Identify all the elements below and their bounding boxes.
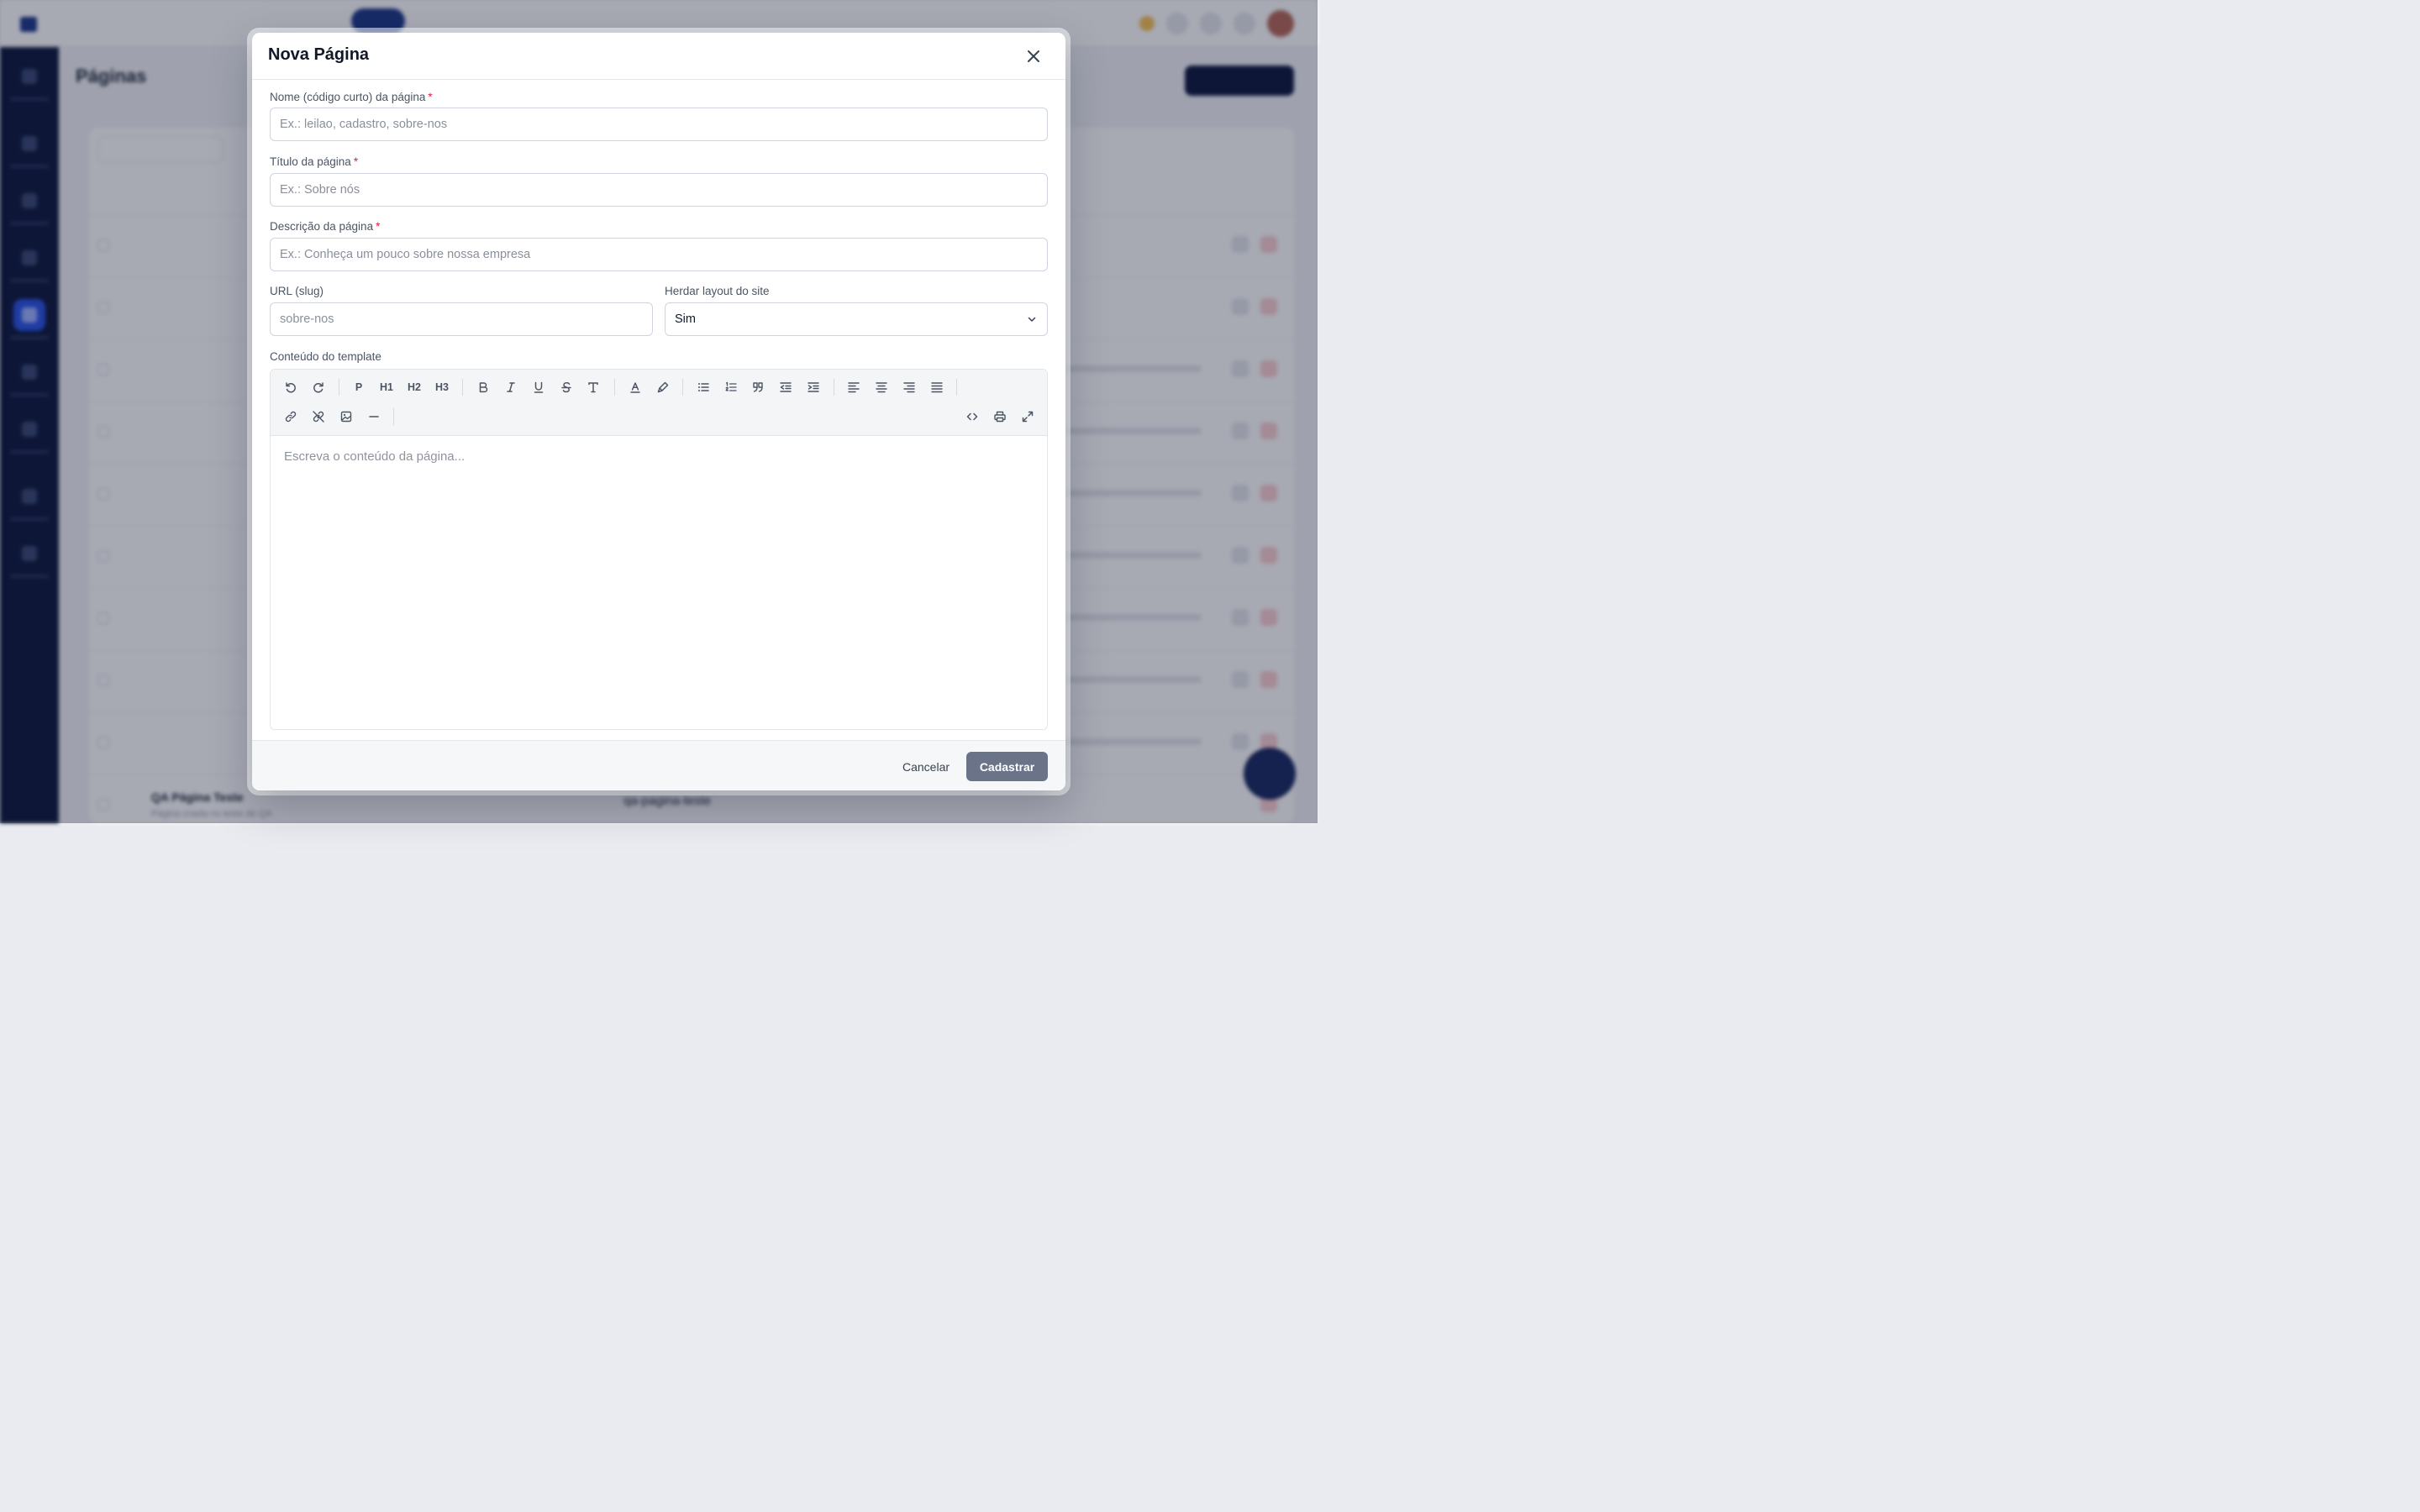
bullet-list-icon	[698, 383, 709, 391]
name-input[interactable]	[270, 108, 1048, 141]
redo-button[interactable]	[308, 376, 329, 398]
required-mark: *	[428, 91, 433, 103]
italic-icon	[507, 382, 515, 392]
align-left-button[interactable]	[843, 376, 865, 398]
text-type-icon	[588, 382, 598, 393]
indent-button[interactable]	[802, 376, 824, 398]
align-justify-button[interactable]	[926, 376, 948, 398]
highlighter-icon	[657, 381, 669, 393]
remove-link-button[interactable]	[308, 406, 329, 428]
print-button[interactable]	[989, 406, 1011, 428]
ordered-list-icon	[725, 381, 737, 391]
text-color-icon	[630, 382, 640, 393]
toolbar-separator	[682, 379, 683, 396]
align-justify-icon	[931, 382, 943, 393]
undo-icon	[286, 382, 296, 393]
modal-footer: Cancelar Cadastrar	[252, 740, 1065, 790]
align-center-icon	[876, 382, 887, 393]
title-input[interactable]	[270, 173, 1048, 207]
chevron-down-icon	[1028, 317, 1036, 322]
toolbar-separator	[956, 379, 957, 396]
bold-button[interactable]	[472, 376, 494, 398]
name-label-text: Nome (código curto) da página	[270, 91, 426, 103]
align-center-button[interactable]	[871, 376, 892, 398]
required-mark: *	[376, 220, 381, 233]
outdent-icon	[780, 382, 792, 392]
editor-content-area[interactable]: Escreva o conteúdo da página...	[271, 436, 1047, 729]
undo-button[interactable]	[280, 376, 302, 398]
link-icon	[285, 411, 297, 423]
code-icon	[966, 412, 978, 421]
unlink-icon	[313, 411, 324, 423]
description-input[interactable]	[270, 238, 1048, 271]
modal-header: Nova Página	[252, 33, 1065, 80]
slug-input[interactable]	[270, 302, 653, 336]
italic-button[interactable]	[500, 376, 522, 398]
redo-icon	[313, 382, 324, 393]
quote-icon	[753, 382, 763, 392]
heading2-button[interactable]: H2	[402, 376, 426, 398]
toolbar-separator	[393, 408, 394, 425]
cancel-button[interactable]: Cancelar	[886, 753, 966, 781]
align-left-icon	[848, 382, 860, 393]
slug-field-label: URL (slug)	[270, 285, 324, 297]
rich-text-editor: P H1 H2 H3 Escreva o conteúdo da página.…	[270, 369, 1048, 730]
horizontal-rule-icon	[369, 416, 379, 417]
new-page-modal: Nova Página Nome (código curto) da págin…	[252, 33, 1065, 790]
bullet-list-button[interactable]	[692, 376, 714, 398]
blockquote-button[interactable]	[747, 376, 769, 398]
outdent-button[interactable]	[775, 376, 797, 398]
inherit-layout-select[interactable]: Sim	[665, 302, 1048, 336]
toolbar-separator	[462, 379, 463, 396]
description-field-label: Descrição da página *	[270, 220, 380, 233]
modal-frame: Nova Página Nome (código curto) da págin…	[247, 28, 1071, 795]
ordered-list-button[interactable]	[720, 376, 742, 398]
bold-icon	[479, 382, 488, 393]
align-right-icon	[903, 382, 915, 393]
description-label-text: Descrição da página	[270, 220, 374, 233]
align-right-button[interactable]	[898, 376, 920, 398]
required-mark: *	[353, 155, 359, 168]
source-code-button[interactable]	[961, 406, 983, 428]
horizontal-rule-button[interactable]	[363, 406, 385, 428]
insert-link-button[interactable]	[280, 406, 302, 428]
close-icon	[1028, 50, 1039, 62]
name-field-label: Nome (código curto) da página *	[270, 91, 433, 103]
editor-toolbar: P H1 H2 H3	[271, 370, 1047, 436]
highlight-button[interactable]	[652, 376, 674, 398]
underline-button[interactable]	[528, 376, 550, 398]
close-button[interactable]	[1023, 46, 1044, 66]
submit-button[interactable]: Cadastrar	[966, 752, 1048, 781]
inherit-layout-label: Herdar layout do site	[665, 285, 770, 297]
inherit-layout-value: Sim	[675, 312, 696, 326]
text-style-button[interactable]	[582, 376, 604, 398]
toolbar-separator	[614, 379, 615, 396]
heading3-button[interactable]: H3	[430, 376, 454, 398]
modal-title: Nova Página	[268, 45, 370, 64]
text-color-button[interactable]	[624, 376, 646, 398]
print-icon	[994, 411, 1006, 423]
title-field-label: Título da página *	[270, 155, 358, 168]
indent-icon	[808, 382, 819, 392]
heading1-button[interactable]: H1	[375, 376, 398, 398]
paragraph-button[interactable]: P	[347, 376, 371, 398]
fullscreen-button[interactable]	[1017, 406, 1039, 428]
image-icon	[340, 411, 352, 423]
editor-placeholder: Escreva o conteúdo da página...	[284, 449, 466, 464]
template-content-label: Conteúdo do template	[270, 350, 381, 363]
insert-image-button[interactable]	[335, 406, 357, 428]
strikethrough-button[interactable]	[555, 376, 577, 398]
underline-icon	[534, 381, 544, 393]
expand-icon	[1022, 411, 1034, 423]
title-label-text: Título da página	[270, 155, 351, 168]
strikethrough-icon	[561, 381, 571, 393]
